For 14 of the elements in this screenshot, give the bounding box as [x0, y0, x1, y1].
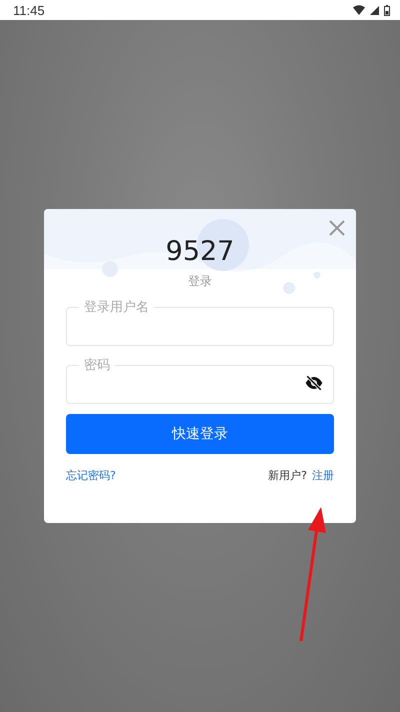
wifi-icon [353, 5, 365, 15]
status-time: 11:45 [13, 2, 45, 18]
new-user-prompt: 新用户? [268, 468, 307, 483]
battery-icon [384, 4, 390, 16]
eye-slash-icon[interactable] [305, 374, 323, 392]
close-icon[interactable] [328, 219, 346, 237]
username-field[interactable]: 登录用户名 [66, 298, 334, 346]
password-field[interactable]: 密码 [66, 356, 334, 404]
register-link[interactable]: 注册 [312, 468, 334, 483]
dialog-subtitle: 登录 [188, 273, 212, 289]
forgot-password-link[interactable]: 忘记密码? [66, 468, 116, 483]
dialog-title: 9527 [166, 235, 234, 269]
signal-icon [370, 6, 379, 14]
login-button[interactable]: 快速登录 [66, 414, 334, 454]
